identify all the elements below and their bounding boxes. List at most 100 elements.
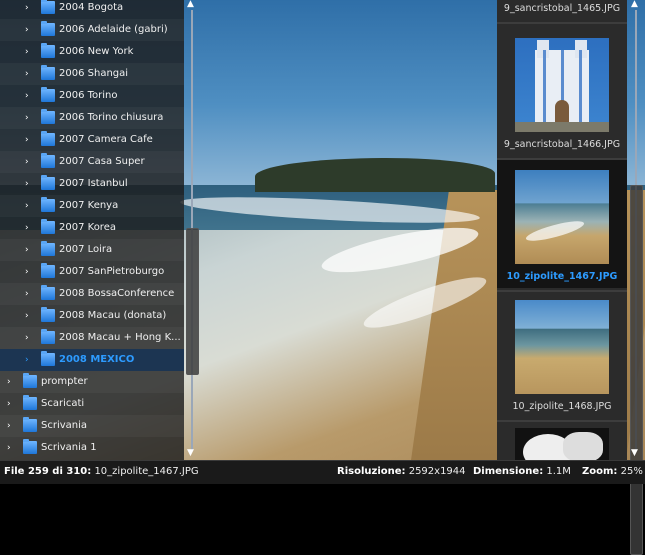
folder-icon	[23, 417, 37, 432]
thumbnail[interactable]: 9_sancristobal_1466.JPG	[497, 28, 627, 156]
expand-arrow-icon[interactable]: ›	[25, 19, 29, 41]
expand-arrow-icon[interactable]: ›	[25, 41, 29, 63]
thumbnail-image	[515, 38, 609, 132]
folder-icon	[41, 329, 55, 344]
folder-row[interactable]: › 2008 Macau (donata)	[0, 305, 184, 327]
folder-row[interactable]: › 2007 Kenya	[0, 195, 184, 217]
thumbnail-scrollbar[interactable]: ▲ ▼	[630, 0, 643, 555]
folder-label: 2007 SanPietroburgo	[59, 266, 165, 277]
folder-label: 2007 Loira	[59, 244, 113, 255]
folder-label: 2006 Adelaide (gabri)	[59, 24, 168, 35]
folder-label: 2007 Casa Super	[59, 156, 145, 167]
folder-row[interactable]: › 2006 Adelaide (gabri)	[0, 19, 184, 41]
folder-label: 2006 Shangai	[59, 68, 129, 79]
folder-icon	[41, 65, 55, 80]
file-size-label: Dimensione:	[473, 466, 544, 477]
scroll-up-icon[interactable]: ▲	[187, 0, 194, 9]
folder-row[interactable]: › 2004 Bogota	[0, 0, 184, 19]
folder-row[interactable]: › 2007 Loira	[0, 239, 184, 261]
folder-icon	[41, 307, 55, 322]
folder-icon	[41, 87, 55, 102]
expand-arrow-icon[interactable]: ›	[25, 327, 29, 349]
expand-arrow-icon[interactable]: ›	[25, 283, 29, 305]
folder-label: 2007 Camera Cafe	[59, 134, 153, 145]
folder-label: 2007 Istanbul	[59, 178, 128, 189]
folder-label: 2006 Torino chiusura	[59, 112, 164, 123]
folder-row[interactable]: › 2008 MEXICO	[0, 349, 184, 371]
folder-icon	[41, 285, 55, 300]
scroll-down-icon[interactable]: ▼	[187, 448, 194, 458]
expand-arrow-icon[interactable]: ›	[25, 63, 29, 85]
folder-row[interactable]: › 2006 Torino	[0, 85, 184, 107]
folder-label: Scrivania	[41, 420, 88, 431]
folder-row[interactable]: › 2008 BossaConference	[0, 283, 184, 305]
expand-arrow-icon[interactable]: ›	[25, 85, 29, 107]
folder-row[interactable]: › Scrivania	[0, 415, 184, 437]
folder-icon	[23, 439, 37, 454]
expand-arrow-icon[interactable]: ›	[25, 173, 29, 195]
folder-icon	[41, 153, 55, 168]
thumbnail-caption: 9_sancristobal_1465.JPG	[503, 3, 621, 14]
expand-arrow-icon[interactable]: ›	[25, 217, 29, 239]
folder-icon	[41, 175, 55, 190]
scrollbar-thumb[interactable]	[186, 228, 199, 375]
folder-row[interactable]: › 2007 SanPietroburgo	[0, 261, 184, 283]
expand-arrow-icon[interactable]: ›	[7, 371, 11, 393]
folder-icon	[41, 219, 55, 234]
folder-label: 2006 New York	[59, 46, 134, 57]
thumbnail-image	[515, 170, 609, 264]
scroll-up-icon[interactable]: ▲	[631, 0, 638, 9]
folder-label: 2007 Korea	[59, 222, 116, 233]
scrollbar-thumb[interactable]	[630, 185, 643, 555]
expand-arrow-icon[interactable]: ›	[7, 415, 11, 437]
folder-row[interactable]: › 2007 Istanbul	[0, 173, 184, 195]
folder-label: prompter	[41, 376, 88, 387]
folder-row[interactable]: › 2008 Macau + Hong K...	[0, 327, 184, 349]
folder-icon	[23, 373, 37, 388]
folder-row[interactable]: › prompter	[0, 371, 184, 393]
file-name: 10_zipolite_1467.JPG	[94, 466, 199, 477]
folder-row[interactable]: › 2007 Casa Super	[0, 151, 184, 173]
folder-row[interactable]: › Scrivania 1	[0, 437, 184, 459]
thumbnail[interactable]	[497, 418, 627, 460]
zoom-label: Zoom:	[582, 466, 618, 477]
folder-row[interactable]: › 2006 Shangai	[0, 63, 184, 85]
expand-arrow-icon[interactable]: ›	[25, 261, 29, 283]
zoom: Zoom: 25%	[582, 461, 643, 483]
expand-arrow-icon[interactable]: ›	[25, 349, 29, 371]
thumbnail[interactable]: 9_sancristobal_1465.JPG	[497, 0, 627, 20]
thumbnail-strip[interactable]: 9_sancristobal_1465.JPG 9_sancristobal_14…	[497, 0, 627, 460]
folder-row[interactable]: › 2006 New York	[0, 41, 184, 63]
folder-row[interactable]: › 2007 Korea	[0, 217, 184, 239]
expand-arrow-icon[interactable]: ›	[25, 195, 29, 217]
thumbnail[interactable]: 10_zipolite_1468.JPG	[497, 290, 627, 418]
folder-label: 2006 Torino	[59, 90, 118, 101]
thumbnail[interactable]: 10_zipolite_1467.JPG	[497, 160, 627, 288]
folder-row[interactable]: › 2006 Torino chiusura	[0, 107, 184, 129]
folder-icon	[41, 109, 55, 124]
expand-arrow-icon[interactable]: ›	[7, 437, 11, 459]
expand-arrow-icon[interactable]: ›	[25, 129, 29, 151]
expand-arrow-icon[interactable]: ›	[7, 393, 11, 415]
folder-icon	[41, 131, 55, 146]
scroll-down-icon[interactable]: ▼	[631, 448, 638, 458]
folder-row[interactable]: › 2007 Camera Cafe	[0, 129, 184, 151]
folder-tree[interactable]: › 2004 Bogota › 2006 Adelaide (gabri) › 2006 …	[0, 0, 184, 460]
zoom-value: 25%	[620, 466, 643, 477]
expand-arrow-icon[interactable]: ›	[25, 151, 29, 173]
folder-icon	[41, 351, 55, 366]
folder-icon	[41, 43, 55, 58]
file-size: Dimensione: 1.1M	[473, 461, 571, 483]
expand-arrow-icon[interactable]: ›	[25, 305, 29, 327]
expand-arrow-icon[interactable]: ›	[25, 0, 29, 19]
folder-label: 2004 Bogota	[59, 2, 124, 13]
folder-icon	[41, 241, 55, 256]
resolution-value: 2592x1944	[408, 466, 466, 477]
expand-arrow-icon[interactable]: ›	[25, 107, 29, 129]
file-position: File 259 di 310: 10_zipolite_1467.JPG	[4, 461, 199, 483]
folder-label: 2008 Macau (donata)	[59, 310, 167, 321]
folder-row[interactable]: › Scaricati	[0, 393, 184, 415]
expand-arrow-icon[interactable]: ›	[25, 239, 29, 261]
folder-tree-scrollbar[interactable]: ▲ ▼	[186, 0, 199, 460]
folder-icon	[41, 21, 55, 36]
